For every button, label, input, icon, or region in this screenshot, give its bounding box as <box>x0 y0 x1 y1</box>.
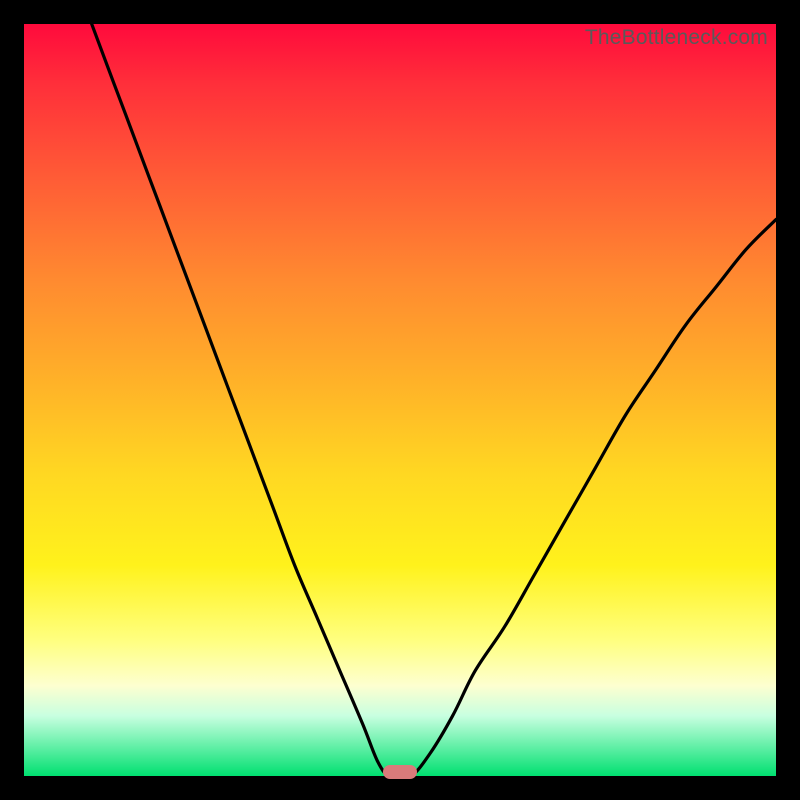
curve-path <box>92 24 776 776</box>
plot-area: TheBottleneck.com <box>24 24 776 776</box>
optimum-marker <box>383 765 417 779</box>
bottleneck-curve <box>24 24 776 776</box>
chart-frame: TheBottleneck.com <box>0 0 800 800</box>
